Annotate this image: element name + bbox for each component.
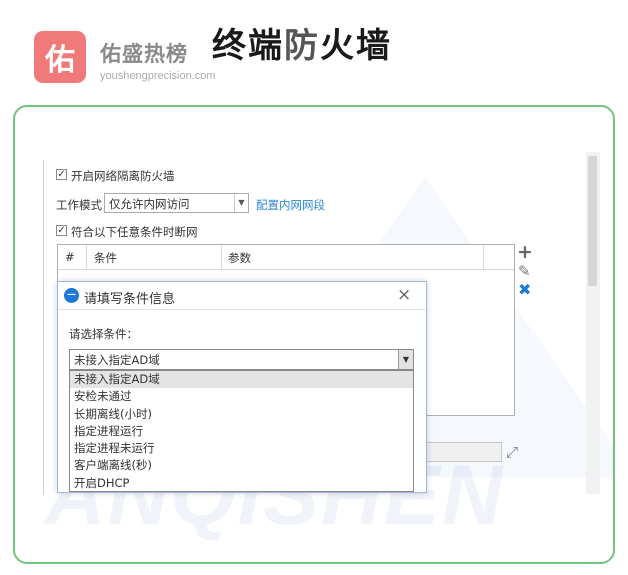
condition-prompt: 请选择条件： <box>69 327 138 341</box>
dropdown-option[interactable]: 客户端离线(秒) <box>70 457 413 474</box>
dropdown-option[interactable]: 长期离线(小时) <box>70 406 413 423</box>
dropdown-option[interactable]: 开启DHCP <box>70 475 413 492</box>
condition-select[interactable]: 未接入指定AD域 ▼ <box>69 349 414 370</box>
brand-logo: 佑 <box>34 31 86 83</box>
background-input[interactable] <box>422 442 502 462</box>
dropdown-option[interactable]: 安检未通过 <box>70 388 413 405</box>
delete-icon[interactable]: ✖ <box>518 280 531 299</box>
brand-name: 佑盛热榜 <box>100 42 188 66</box>
page-title: 终端防火墙 <box>212 26 392 66</box>
enable-firewall-label: 开启网络隔离防火墙 <box>71 169 175 183</box>
dialog-title: 请填写条件信息 <box>84 292 176 307</box>
dropdown-option[interactable]: 指定进程未运行 <box>70 440 413 457</box>
condition-select-value: 未接入指定AD域 <box>74 353 160 367</box>
column-header-condition: 条件 <box>94 251 117 265</box>
dialog-header: — 请填写条件信息 × <box>58 282 426 310</box>
config-intranet-link[interactable]: 配置内网网段 <box>256 197 325 213</box>
disconnect-conditions-label: 符合以下任意条件时断网 <box>71 225 198 239</box>
disconnect-conditions-checkbox[interactable]: ✓ <box>56 225 67 236</box>
scrollbar-thumb[interactable] <box>588 156 597 286</box>
enable-firewall-checkbox[interactable]: ✓ <box>56 169 67 180</box>
close-icon[interactable]: × <box>397 285 411 305</box>
dropdown-option[interactable]: 指定进程运行 <box>70 423 413 440</box>
dropdown-option[interactable]: 未接入指定AD域 <box>70 371 413 389</box>
table-header: # 条件 参数 <box>58 245 514 270</box>
edit-icon[interactable]: ✎ <box>518 262 531 280</box>
chevron-down-icon[interactable]: ▼ <box>398 350 413 369</box>
mode-label: 工作模式 <box>56 198 102 212</box>
condition-dropdown-list: 未接入指定AD域 安检未通过 长期离线(小时) 指定进程运行 指定进程未运行 客户端离线(… <box>69 370 414 492</box>
add-icon[interactable]: + <box>517 241 533 263</box>
panel-left-rule <box>43 160 44 495</box>
mode-select[interactable]: 仅允许内网访问 ▼ <box>104 193 249 213</box>
chevron-down-icon[interactable]: ▼ <box>234 194 248 212</box>
expand-icon[interactable]: ⤢ <box>506 443 518 461</box>
column-header-param: 参数 <box>228 251 251 265</box>
condition-dialog: — 请填写条件信息 × 请选择条件： 未接入指定AD域 ▼ 未接入指定AD域 安检… <box>57 281 427 493</box>
app-icon: — <box>64 288 79 303</box>
mode-value: 仅允许内网访问 <box>109 197 190 211</box>
column-header-index: # <box>65 250 75 264</box>
brand-url: youshengprecision.com <box>100 70 216 82</box>
